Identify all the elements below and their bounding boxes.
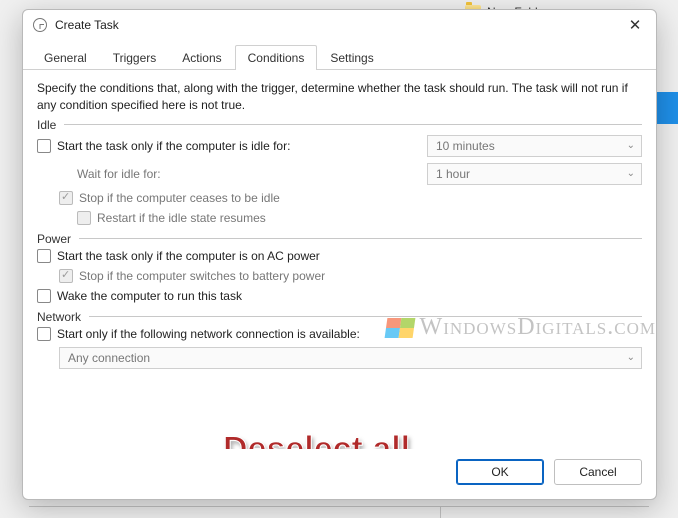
tab-settings[interactable]: Settings <box>317 45 386 70</box>
group-network: Network <box>37 310 642 324</box>
group-network-label: Network <box>37 310 81 324</box>
close-button[interactable]: ✕ <box>620 13 650 37</box>
chevron-down-icon: ⌄ <box>627 140 635 151</box>
background-bottom-edge <box>29 506 649 518</box>
row-start-if-network: Start only if the following network conn… <box>37 324 642 344</box>
row-wait-for-idle: Wait for idle for: 1 hour ⌄ <box>37 160 642 188</box>
label-start-on-ac: Start the task only if the computer is o… <box>57 249 320 263</box>
label-wake-to-run: Wake the computer to run this task <box>57 289 242 303</box>
create-task-dialog: Create Task ✕ General Triggers Actions C… <box>22 9 657 500</box>
background-bottom-separator <box>440 506 441 518</box>
tabbar: General Triggers Actions Conditions Sett… <box>23 40 656 70</box>
combo-network-connection[interactable]: Any connection ⌄ <box>59 347 642 369</box>
label-restart-if-idle: Restart if the idle state resumes <box>97 211 266 225</box>
row-wake-to-run: Wake the computer to run this task <box>37 286 642 306</box>
ok-button[interactable]: OK <box>456 459 544 485</box>
row-start-if-idle: Start the task only if the computer is i… <box>37 132 642 160</box>
checkbox-start-on-ac[interactable] <box>37 249 51 263</box>
checkbox-start-if-network[interactable] <box>37 327 51 341</box>
checkbox-stop-if-not-idle <box>59 191 73 205</box>
group-power-label: Power <box>37 232 71 246</box>
label-stop-if-not-idle: Stop if the computer ceases to be idle <box>79 191 280 205</box>
tab-triggers[interactable]: Triggers <box>100 45 170 70</box>
dialog-footer: OK Cancel <box>23 449 656 499</box>
row-stop-on-battery: Stop if the computer switches to battery… <box>37 266 642 286</box>
dialog-title: Create Task <box>55 18 620 32</box>
close-icon: ✕ <box>629 18 642 33</box>
titlebar: Create Task ✕ <box>23 10 656 40</box>
tab-content-conditions: Specify the conditions that, along with … <box>23 70 656 449</box>
label-wait-for-idle: Wait for idle for: <box>77 167 161 181</box>
tab-actions[interactable]: Actions <box>169 45 234 70</box>
background-selection-highlight <box>654 92 678 124</box>
row-stop-if-not-idle: Stop if the computer ceases to be idle <box>37 188 642 208</box>
label-start-if-network: Start only if the following network conn… <box>57 327 360 341</box>
group-network-divider <box>89 316 642 317</box>
checkbox-restart-if-idle <box>77 211 91 225</box>
combo-wait-duration[interactable]: 1 hour ⌄ <box>427 163 642 185</box>
group-idle: Idle <box>37 118 642 132</box>
combo-wait-duration-value: 1 hour <box>436 167 470 181</box>
clock-icon <box>33 18 47 32</box>
group-idle-label: Idle <box>37 118 56 132</box>
row-start-on-ac: Start the task only if the computer is o… <box>37 246 642 266</box>
tab-conditions[interactable]: Conditions <box>235 45 318 70</box>
group-power: Power <box>37 232 642 246</box>
annotation-deselect-all: Deselect all <box>223 430 410 449</box>
chevron-down-icon: ⌄ <box>627 168 635 179</box>
row-restart-if-idle: Restart if the idle state resumes <box>37 208 642 228</box>
tab-general[interactable]: General <box>31 45 100 70</box>
combo-idle-duration-value: 10 minutes <box>436 139 495 153</box>
combo-idle-duration[interactable]: 10 minutes ⌄ <box>427 135 642 157</box>
chevron-down-icon: ⌄ <box>627 352 635 363</box>
group-power-divider <box>79 238 642 239</box>
conditions-description: Specify the conditions that, along with … <box>37 80 642 114</box>
label-start-if-idle: Start the task only if the computer is i… <box>57 139 290 153</box>
row-network-connection: Any connection ⌄ <box>37 344 642 372</box>
combo-network-connection-value: Any connection <box>68 351 150 365</box>
cancel-button[interactable]: Cancel <box>554 459 642 485</box>
checkbox-wake-to-run[interactable] <box>37 289 51 303</box>
group-idle-divider <box>64 124 642 125</box>
checkbox-stop-on-battery <box>59 269 73 283</box>
label-stop-on-battery: Stop if the computer switches to battery… <box>79 269 325 283</box>
checkbox-start-if-idle[interactable] <box>37 139 51 153</box>
